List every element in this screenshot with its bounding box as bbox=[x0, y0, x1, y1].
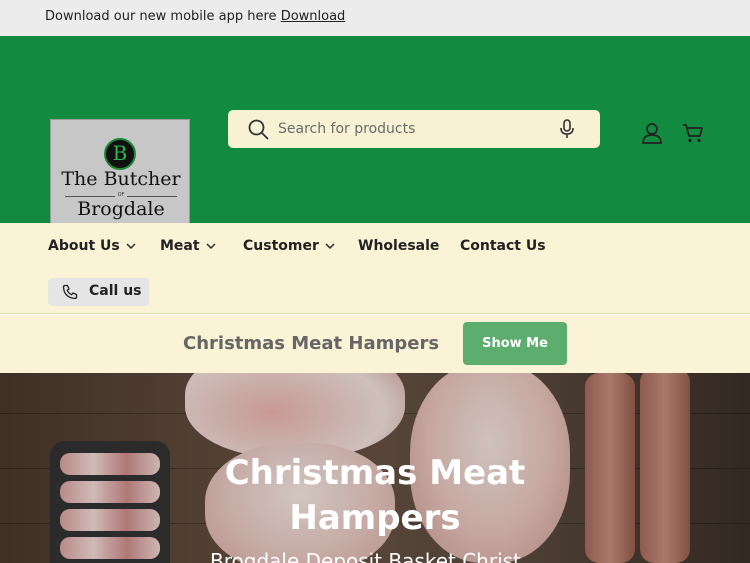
search-icon[interactable] bbox=[248, 119, 269, 144]
mic-icon[interactable] bbox=[559, 119, 575, 143]
account-icon[interactable] bbox=[641, 122, 663, 148]
announcement-text: Download our new mobile app here Downloa… bbox=[45, 9, 345, 24]
site-header: B The Butcher OF Brogdale bbox=[0, 36, 750, 229]
show-me-button[interactable]: Show Me bbox=[463, 322, 567, 365]
phone-icon bbox=[62, 284, 78, 304]
nav-item-about-us[interactable]: About Us bbox=[48, 238, 136, 254]
logo-badge: B bbox=[104, 138, 136, 170]
call-us-button[interactable]: Call us bbox=[48, 278, 149, 306]
logo-divider bbox=[127, 196, 177, 197]
nav-item-customer[interactable]: Customer bbox=[243, 238, 335, 254]
chevron-down-icon bbox=[325, 243, 335, 249]
cart-icon[interactable] bbox=[682, 122, 704, 148]
logo-line-1: The Butcher bbox=[61, 168, 181, 190]
hero-subtitle: Brogdale Deposit Basket Christ... bbox=[210, 549, 540, 563]
logo-badge-letter: B bbox=[112, 141, 128, 165]
search-bar[interactable] bbox=[228, 110, 600, 148]
nav-label: Meat bbox=[160, 238, 200, 254]
announcement-bar: Download our new mobile app here Downloa… bbox=[0, 0, 750, 36]
chevron-down-icon bbox=[126, 243, 136, 249]
logo-line-2: Brogdale bbox=[77, 198, 165, 220]
announcement-message: Download our new mobile app here bbox=[45, 9, 281, 24]
nav-item-meat[interactable]: Meat bbox=[160, 238, 216, 254]
hero-title: Christmas Meat Hampers bbox=[224, 453, 526, 538]
nav-label: About Us bbox=[48, 238, 120, 254]
search-input[interactable] bbox=[278, 118, 548, 140]
logo[interactable]: B The Butcher OF Brogdale bbox=[50, 119, 190, 229]
nav-label: Wholesale bbox=[358, 238, 440, 254]
call-us-label: Call us bbox=[89, 283, 142, 299]
nav-label: Contact Us bbox=[460, 238, 546, 254]
nav-item-contact-us[interactable]: Contact Us bbox=[460, 238, 546, 254]
nav-item-wholesale[interactable]: Wholesale bbox=[358, 238, 439, 254]
nav-label: Customer bbox=[243, 238, 319, 254]
promo-text: Christmas Meat Hampers bbox=[183, 333, 440, 354]
promo-banner: Christmas Meat Hampers Show Me bbox=[0, 315, 750, 373]
chevron-down-icon bbox=[206, 243, 216, 249]
main-nav: About Us Meat Customer Wholesale Contact… bbox=[0, 223, 750, 314]
download-link[interactable]: Download bbox=[281, 9, 346, 24]
hero-banner: Christmas Meat Hampers Brogdale Deposit … bbox=[0, 373, 750, 563]
